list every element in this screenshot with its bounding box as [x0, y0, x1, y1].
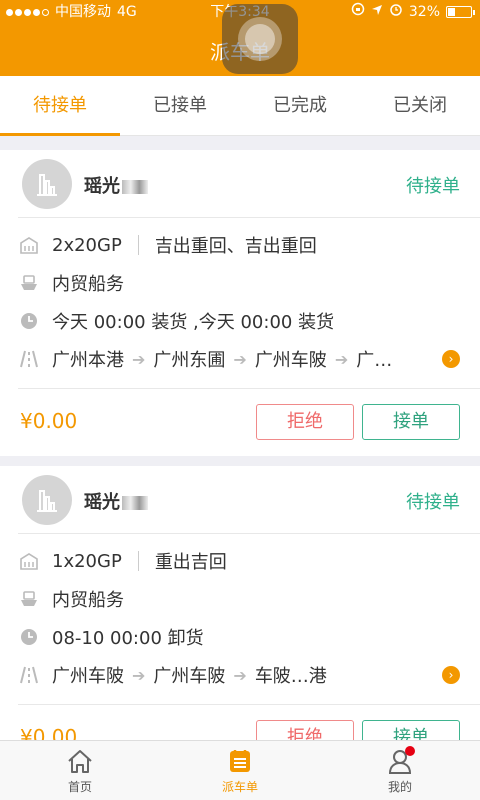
company-name: 瑶光 [84, 172, 148, 198]
clock-icon [18, 626, 40, 648]
arrow-icon: ➔ [334, 349, 349, 369]
schedule-text: 08-10 00:00 卸货 [52, 628, 204, 649]
company-avatar [22, 475, 72, 525]
route: 广州本港 ➔ 广州东圃 ➔ 广州车陂 ➔ 广… [52, 346, 442, 372]
clock-icon [18, 310, 40, 332]
container-icon [18, 550, 40, 572]
route: 广州车陂 ➔ 广州车陂 ➔ 车陂…港 [52, 662, 442, 688]
order-card[interactable]: 瑶光 待接单 2x20GP 吉出重回、吉出重回 内贸船务 今天 00:00 装货… [0, 150, 480, 456]
tab-pending[interactable]: 待接单 [0, 76, 120, 136]
order-price: ¥0.00 [20, 725, 78, 740]
route-detail-chevron-icon[interactable]: › [442, 666, 460, 684]
road-icon [18, 348, 40, 370]
route-stop: 广州本港 [52, 350, 124, 371]
order-list[interactable]: 瑶光 待接单 2x20GP 吉出重回、吉出重回 内贸船务 今天 00:00 装货… [0, 136, 480, 740]
arrow-icon: ➔ [132, 665, 146, 685]
location-icon [371, 0, 383, 24]
assistive-touch-button[interactable] [222, 4, 298, 74]
bottom-tab-label: 首页 [67, 780, 92, 794]
container-spec: 1x20GP [52, 550, 122, 572]
order-status: 待接单 [406, 492, 460, 513]
company-avatar [22, 159, 72, 209]
notification-badge [405, 746, 415, 756]
ship-icon [18, 588, 40, 610]
bottom-tab-home[interactable]: 首页 [0, 741, 160, 800]
business-type: 内贸船务 [52, 274, 124, 295]
bottom-tab-label: 我的 [387, 780, 412, 794]
reject-button[interactable]: 拒绝 [256, 720, 354, 740]
list-icon [225, 746, 255, 776]
arrow-icon: ➔ [233, 349, 247, 369]
route-stop: 车陂…港 [254, 666, 327, 687]
transport-mode: 吉出重回、吉出重回 [154, 236, 317, 257]
company-name: 瑶光 [84, 488, 148, 514]
bottom-tab-mine[interactable]: 我的 [320, 741, 480, 800]
battery-label: 32% [408, 4, 440, 20]
tab-accepted[interactable]: 已接单 [120, 76, 240, 135]
route-stop: 广州车陂 [52, 666, 124, 687]
business-type: 内贸船务 [52, 590, 124, 611]
battery-icon [446, 6, 475, 18]
route-detail-chevron-icon[interactable]: › [442, 350, 460, 368]
home-icon [65, 746, 95, 776]
arrow-icon: ➔ [132, 349, 146, 369]
bottom-tab-bar: 首页 派车单 我的 [0, 740, 480, 800]
accept-button[interactable]: 接单 [362, 404, 460, 440]
order-status-tabs: 待接单 已接单 已完成 已关闭 [0, 76, 480, 136]
order-price: ¥0.00 [20, 409, 78, 433]
order-status: 待接单 [406, 176, 460, 197]
container-icon [18, 234, 40, 256]
bottom-tab-label: 派车单 [221, 780, 258, 794]
user-icon [385, 746, 415, 776]
container-spec: 2x20GP [52, 234, 122, 256]
accept-button[interactable]: 接单 [362, 720, 460, 740]
road-icon [18, 664, 40, 686]
rotation-lock-icon [351, 0, 365, 24]
alarm-icon [389, 0, 403, 24]
order-card[interactable]: 瑶光 待接单 1x20GP 重出吉回 内贸船务 08-10 00:00 卸货 广… [0, 466, 480, 740]
route-stop: 广… [356, 350, 393, 371]
transport-mode: 重出吉回 [154, 552, 227, 573]
tab-closed[interactable]: 已关闭 [360, 76, 480, 135]
reject-button[interactable]: 拒绝 [256, 404, 354, 440]
arrow-icon: ➔ [233, 665, 247, 685]
route-stop: 广州车陂 [153, 666, 226, 687]
schedule-text: 今天 00:00 装货 ,今天 00:00 装货 [52, 312, 335, 333]
bottom-tab-dispatch[interactable]: 派车单 [160, 741, 320, 800]
route-stop: 广州车陂 [254, 350, 327, 371]
ship-icon [18, 272, 40, 294]
tab-completed[interactable]: 已完成 [240, 76, 360, 135]
route-stop: 广州东圃 [153, 350, 226, 371]
